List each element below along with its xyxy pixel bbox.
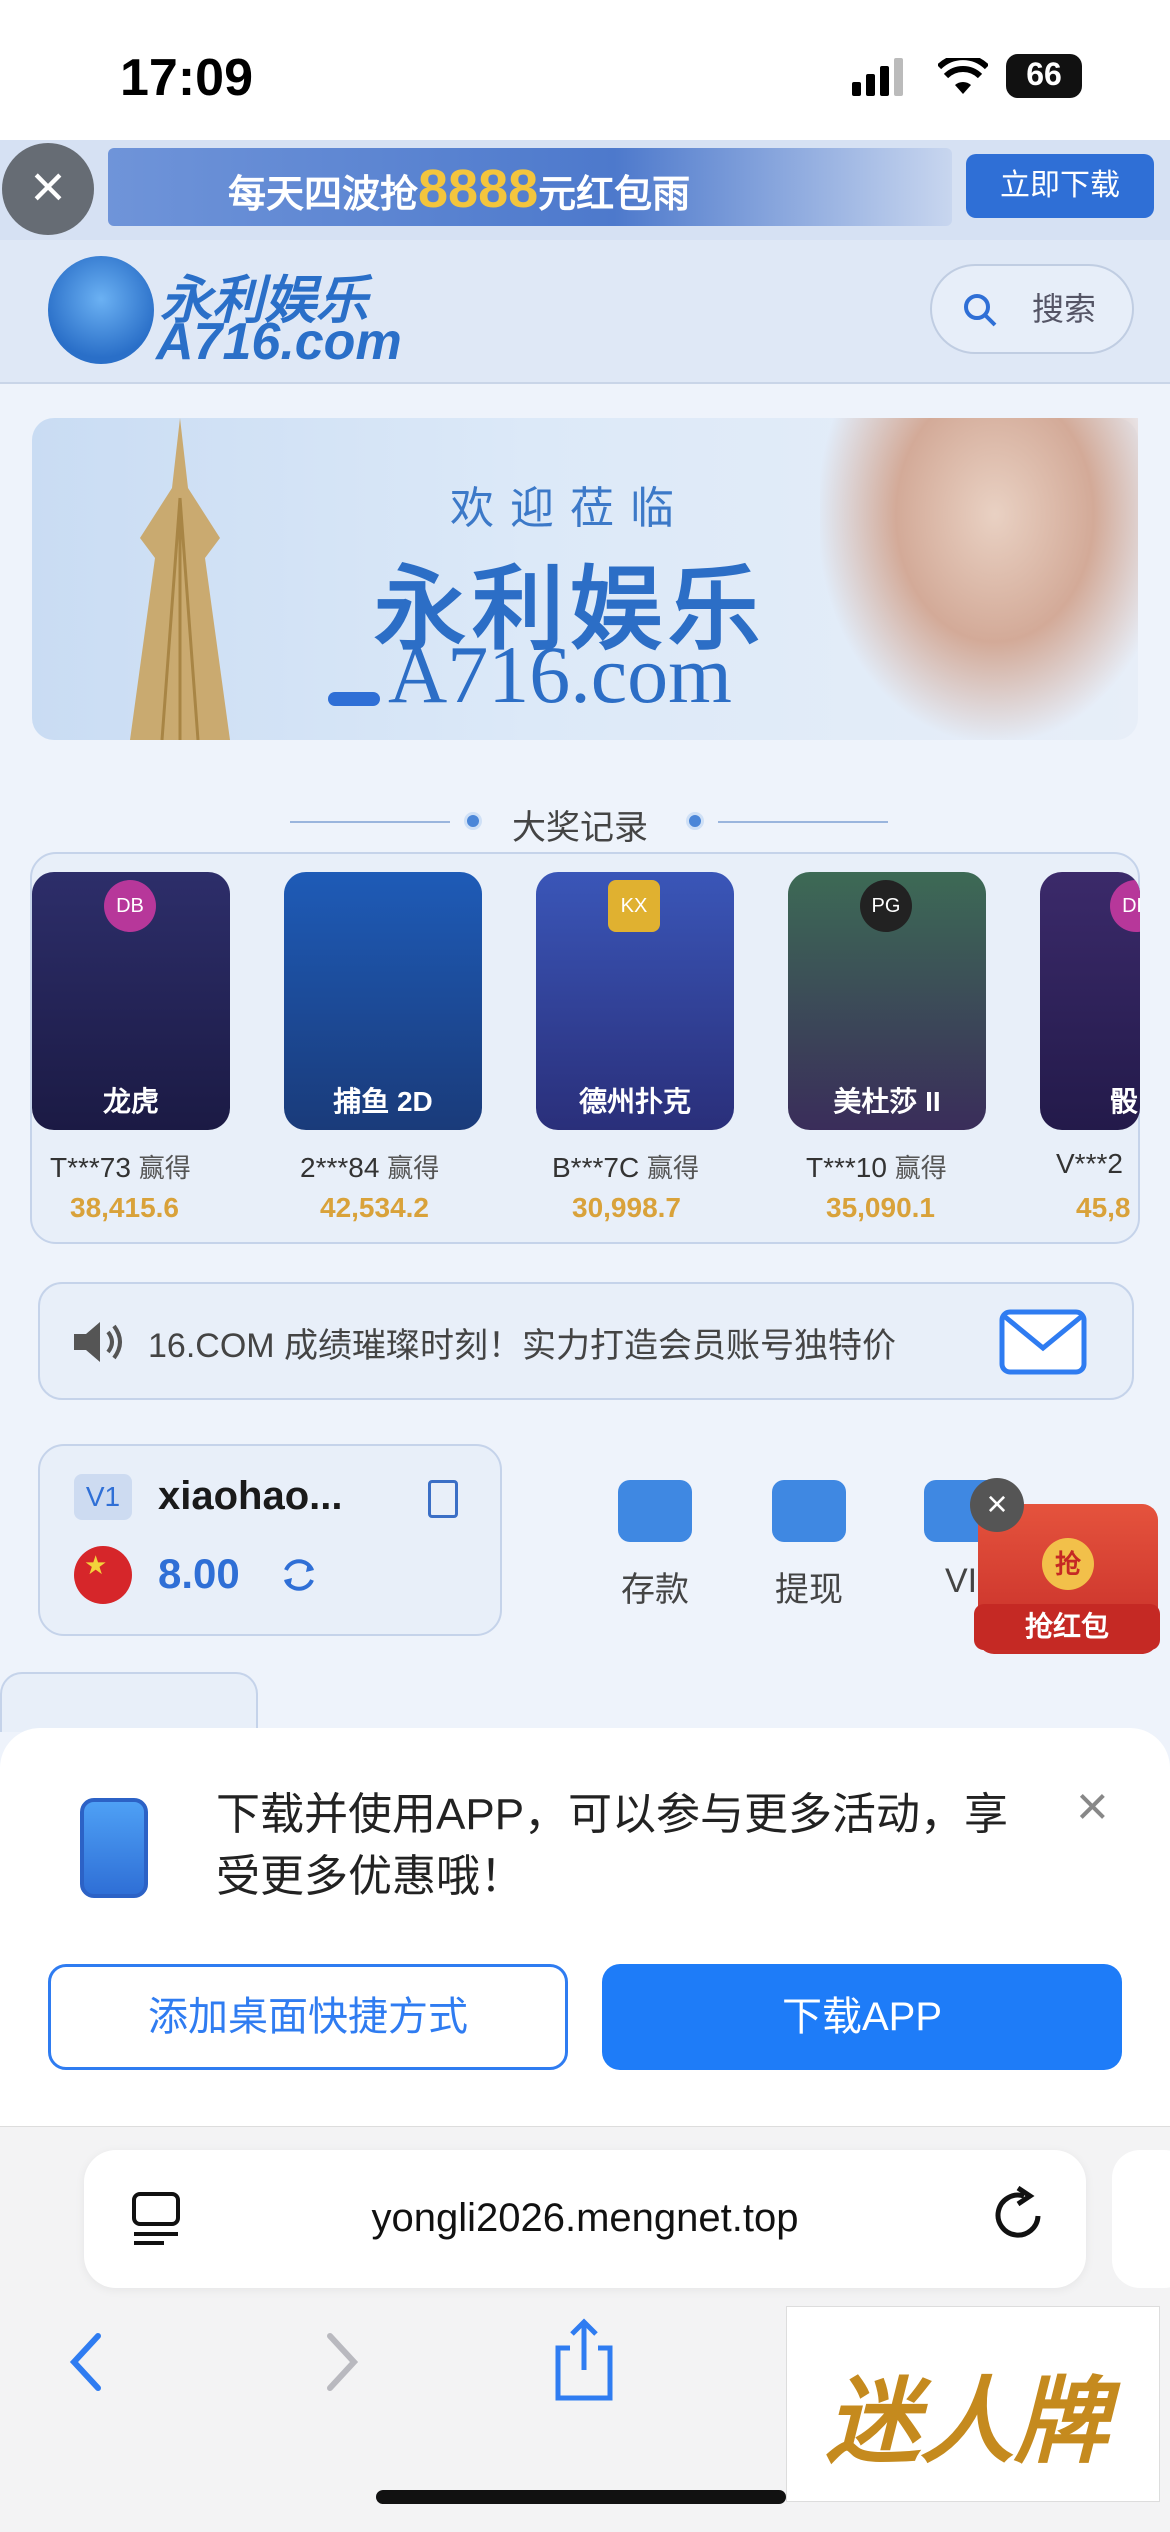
game-card-longhu[interactable]: DB 龙虎: [32, 872, 230, 1130]
awards-title: 大奖记录: [512, 809, 648, 847]
provider-badge: DB: [1110, 880, 1140, 932]
home-indicator: [376, 2490, 786, 2504]
reload-icon[interactable]: [994, 2186, 1046, 2244]
phone-icon: [80, 1798, 148, 1898]
vip-level-badge: V1: [74, 1474, 132, 1520]
promo-text: 每天四波抢8888元红包雨: [228, 159, 691, 219]
red-packet-center: 抢: [1042, 1538, 1094, 1590]
download-app-button[interactable]: 下载APP: [602, 1964, 1122, 2070]
back-icon[interactable]: [62, 2330, 110, 2394]
search-icon: [964, 294, 997, 327]
carousel-indicator[interactable]: [328, 692, 380, 706]
deposit-button[interactable]: 存款: [610, 1480, 700, 1611]
flag-star: ★: [84, 1550, 108, 1580]
divider-dot: [686, 812, 704, 830]
promo-close-button[interactable]: ×: [2, 143, 94, 235]
win-amount: 35,090.1: [826, 1192, 935, 1223]
wifi-icon: [938, 58, 988, 94]
banner-welcome: 欢迎莅临: [450, 484, 690, 533]
speaker-icon: [74, 1322, 122, 1362]
winner-line: 2***84 赢得: [300, 1152, 440, 1183]
share-icon[interactable]: [552, 2318, 616, 2402]
game-name: 骰: [1110, 1086, 1139, 1117]
promo-amount: 8888: [418, 159, 539, 219]
balance: 8.00: [158, 1550, 240, 1597]
banner-domain: A716.com: [388, 629, 732, 720]
game-card-fish[interactable]: 捕鱼 2D: [284, 872, 482, 1130]
sheet-message: 下载并使用APP，可以参与更多活动，享受更多优惠哦！: [216, 1790, 1009, 1901]
win-amount: 42,534.2: [320, 1192, 429, 1223]
winner-line: T***73 赢得: [50, 1152, 191, 1183]
winner-line: V***2: [1056, 1148, 1123, 1179]
search-button[interactable]: 搜索: [930, 264, 1134, 354]
username: xiaohao...: [158, 1474, 343, 1518]
win-amount: 38,415.6: [70, 1192, 179, 1223]
banner-model-image: [820, 418, 1138, 740]
red-packet-label[interactable]: 抢红包: [974, 1604, 1160, 1650]
watermark-text: 迷人牌: [826, 2371, 1109, 2475]
winner-line: T***10 赢得: [806, 1152, 947, 1183]
tower-illustration: [130, 418, 230, 740]
wallet-icon: [618, 1480, 692, 1542]
add-shortcut-button[interactable]: 添加桌面快捷方式: [48, 1964, 568, 2070]
divider: [290, 821, 450, 823]
copy-icon[interactable]: [428, 1480, 458, 1518]
cash-icon: [772, 1480, 846, 1542]
provider-badge: PG: [860, 880, 912, 932]
game-card-texas[interactable]: KX 德州扑克: [536, 872, 734, 1130]
logo-emblem-icon: [48, 256, 154, 364]
account-card: [38, 1444, 502, 1636]
game-name: 美杜莎 II: [833, 1086, 941, 1117]
win-amount: 45,8: [1076, 1192, 1131, 1223]
battery-level: 66: [1026, 56, 1062, 92]
provider-badge: DB: [104, 880, 156, 932]
game-name: 捕鱼 2D: [333, 1086, 433, 1117]
divider: [718, 821, 888, 823]
provider-badge: KX: [608, 880, 660, 932]
partial-card: [0, 1672, 258, 1732]
clock: 17:09: [120, 49, 253, 107]
promo-download-button[interactable]: 立即下载: [966, 154, 1154, 218]
logo-domain: A716.com: [156, 313, 402, 371]
winner-line: B***7C 赢得: [552, 1152, 699, 1183]
game-name: 德州扑克: [578, 1086, 691, 1117]
win-amount: 30,998.7: [572, 1192, 681, 1223]
withdraw-button[interactable]: 提现: [764, 1480, 854, 1611]
cellular-signal-icon: [852, 58, 903, 96]
game-card-sicbo[interactable]: DB 骰: [1040, 872, 1140, 1130]
game-name: 龙虎: [102, 1086, 159, 1117]
refresh-icon[interactable]: [280, 1556, 318, 1594]
mail-icon[interactable]: [998, 1306, 1088, 1378]
divider-dot: [464, 812, 482, 830]
red-packet-close-button[interactable]: ×: [970, 1478, 1024, 1532]
notice-text: 16.COM 成绩璀璨时刻！实力打造会员账号独特价: [148, 1327, 897, 1365]
sheet-close-button[interactable]: ×: [1076, 1778, 1109, 1834]
game-card-medusa[interactable]: PG 美杜莎 II: [788, 872, 986, 1130]
forward-icon[interactable]: [318, 2330, 366, 2394]
